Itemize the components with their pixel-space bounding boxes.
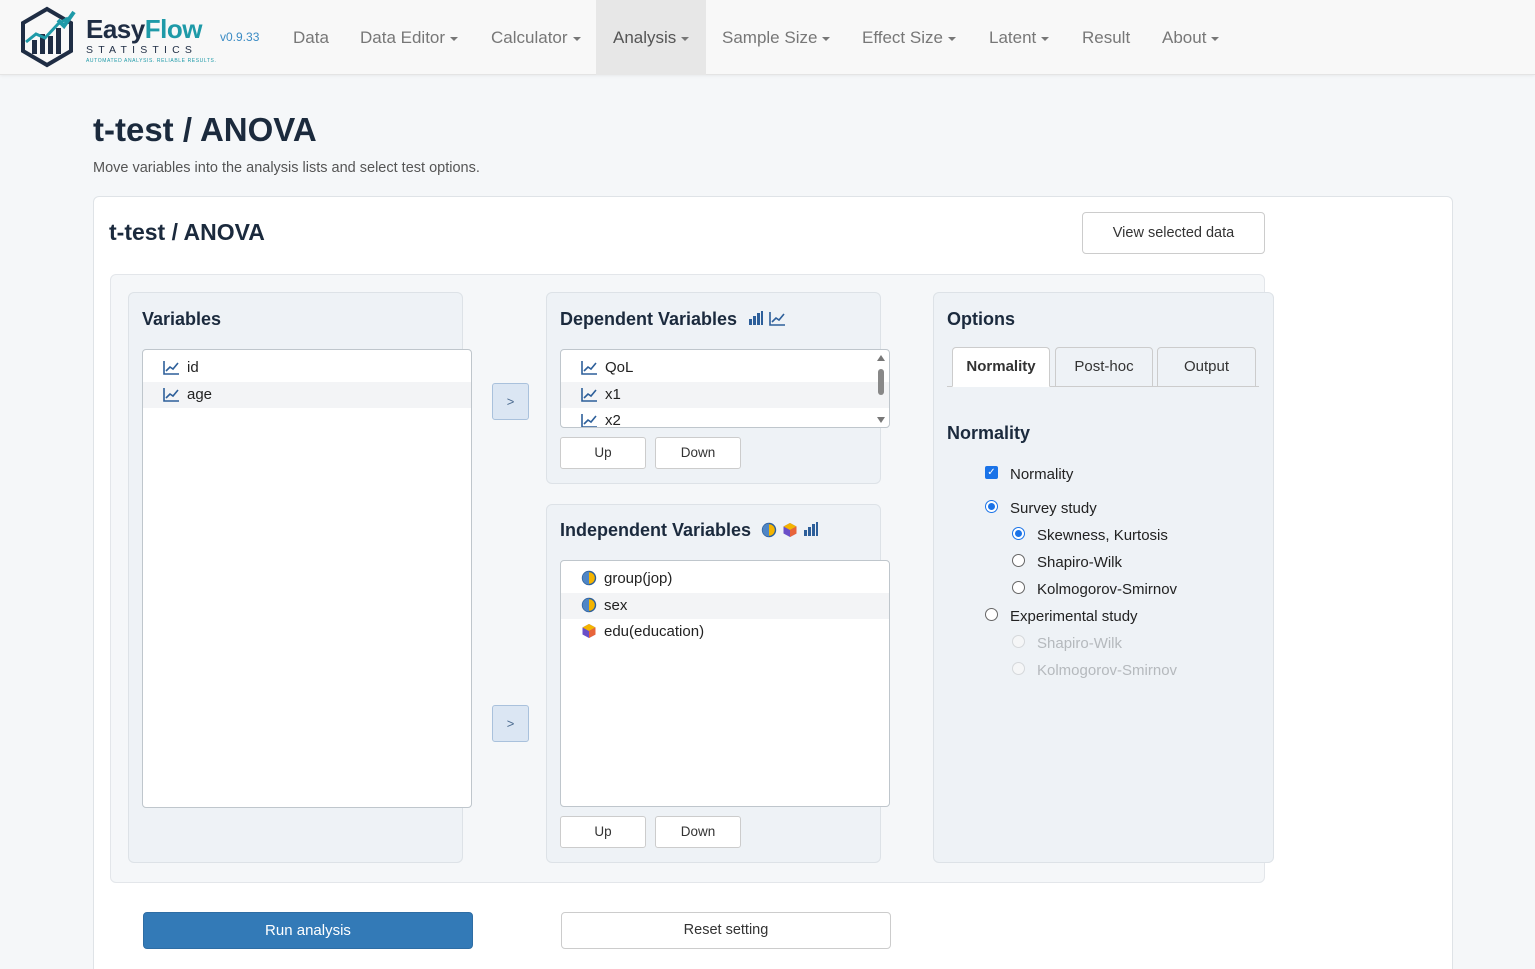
bar-chart-icon: [804, 522, 819, 536]
list-item[interactable]: id: [143, 355, 471, 382]
bar-chart-icon: [749, 311, 764, 325]
nav-item-calculator[interactable]: Calculator: [475, 0, 597, 75]
independent-up-button[interactable]: Up: [560, 816, 646, 848]
caret-down-icon: [572, 36, 581, 41]
independent-down-button[interactable]: Down: [655, 816, 741, 848]
caret-down-icon: [450, 36, 459, 41]
nav-item-latent[interactable]: Latent: [973, 0, 1065, 75]
variables-title: Variables: [142, 309, 222, 329]
dependent-down-button[interactable]: Down: [655, 437, 741, 469]
exp-kolmogorov-smirnov-label: Kolmogorov-Smirnov: [1037, 662, 1178, 679]
reset-setting-button[interactable]: Reset setting: [561, 912, 891, 949]
caret-down-icon: [1041, 36, 1050, 41]
survey-study-label: Survey study: [1010, 500, 1097, 517]
kolmogorov-smirnov-radio[interactable]: [1012, 581, 1025, 594]
list-item[interactable]: QoL: [561, 355, 889, 382]
caret-down-icon: [822, 36, 831, 41]
continuous-icon: [769, 312, 786, 326]
caret-down-icon: [947, 36, 956, 41]
card-title: t-test / ANOVA: [109, 219, 265, 245]
shapiro-wilk-label: Shapiro-Wilk: [1037, 554, 1123, 571]
list-item[interactable]: x2: [561, 408, 889, 427]
continuous-icon: [163, 361, 179, 375]
tab-normality[interactable]: Normality: [952, 347, 1050, 387]
dependent-list[interactable]: QoL x1 x2: [560, 349, 890, 428]
experimental-study-label: Experimental study: [1010, 608, 1138, 625]
exp-shapiro-wilk-radio: [1012, 635, 1025, 648]
skewness-kurtosis-radio[interactable]: [1012, 527, 1025, 540]
nav-item-effect-size[interactable]: Effect Size: [846, 0, 972, 75]
nominal-icon: [581, 597, 597, 612]
ordinal-icon: [582, 624, 596, 638]
list-item[interactable]: sex: [561, 592, 889, 619]
move-to-independent-button[interactable]: >: [492, 705, 529, 742]
nav-item-data[interactable]: Data: [276, 0, 346, 75]
nav-item-sample-size[interactable]: Sample Size: [706, 0, 846, 75]
variables-list[interactable]: id age: [142, 349, 472, 808]
continuous-icon: [581, 414, 597, 427]
caret-down-icon: [1211, 36, 1220, 41]
shapiro-wilk-radio[interactable]: [1012, 554, 1025, 567]
brand-logo[interactable]: EasyFlow STATISTICS AUTOMATED ANALYSIS. …: [18, 6, 216, 68]
list-item[interactable]: group(jop): [561, 566, 889, 593]
page-title: t-test / ANOVA: [93, 111, 317, 148]
tab-post-hoc[interactable]: Post-hoc: [1055, 347, 1153, 387]
continuous-icon: [581, 387, 597, 402]
tab-output[interactable]: Output: [1157, 347, 1256, 387]
list-item[interactable]: age: [143, 381, 471, 408]
ordinal-icon: [783, 523, 797, 537]
exp-shapiro-wilk-label: Shapiro-Wilk: [1037, 635, 1123, 652]
brand-name: EasyFlow: [86, 14, 202, 44]
normality-checkbox-label: Normality: [1010, 466, 1074, 483]
independent-title: Independent Variables: [560, 520, 819, 541]
run-analysis-button[interactable]: Run analysis: [143, 912, 473, 949]
independent-list[interactable]: group(jop) sex edu(education): [560, 560, 890, 807]
nav-item-analysis[interactable]: Analysis: [596, 0, 706, 75]
page-subtitle: Move variables into the analysis lists a…: [93, 160, 480, 176]
nav-item-data-editor[interactable]: Data Editor: [344, 0, 474, 75]
kolmogorov-smirnov-label: Kolmogorov-Smirnov: [1037, 581, 1178, 598]
logo-icon: [21, 6, 76, 68]
brand-tagline: AUTOMATED ANALYSIS. RELIABLE RESULTS.: [86, 58, 217, 64]
nominal-icon: [581, 570, 597, 586]
exp-kolmogorov-smirnov-radio: [1012, 662, 1025, 675]
normality-checkbox[interactable]: ✓: [985, 466, 998, 479]
skewness-kurtosis-label: Skewness, Kurtosis: [1037, 527, 1168, 544]
move-to-dependent-button[interactable]: >: [492, 383, 529, 420]
dependent-title: Dependent Variables: [560, 309, 786, 330]
continuous-icon: [581, 361, 597, 375]
app-version: v0.9.33: [220, 30, 260, 44]
top-navbar: EasyFlow STATISTICS AUTOMATED ANALYSIS. …: [0, 0, 1535, 75]
list-item[interactable]: x1: [561, 381, 889, 408]
continuous-icon: [163, 387, 179, 402]
nav-item-about[interactable]: About: [1146, 0, 1235, 75]
options-title: Options: [947, 309, 1015, 329]
scrollbar[interactable]: [875, 352, 887, 426]
normality-section-title: Normality: [947, 423, 1031, 443]
survey-study-radio[interactable]: [985, 500, 998, 513]
view-selected-data-button[interactable]: View selected data: [1082, 212, 1265, 254]
caret-down-icon: [681, 36, 690, 41]
list-item[interactable]: edu(education): [561, 619, 889, 646]
experimental-study-radio[interactable]: [985, 608, 998, 621]
brand-sub: STATISTICS: [86, 44, 198, 56]
nav-item-result[interactable]: Result: [1066, 0, 1146, 75]
nominal-icon: [761, 522, 777, 538]
dependent-up-button[interactable]: Up: [560, 437, 646, 469]
